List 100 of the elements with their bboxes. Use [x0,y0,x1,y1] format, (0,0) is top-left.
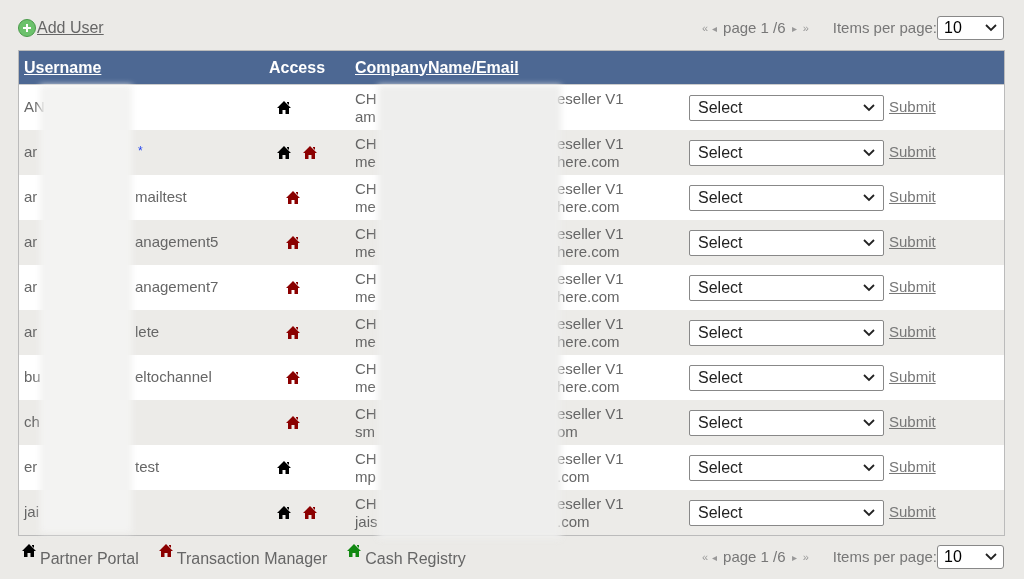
company-name-text: eseller V1 [557,134,624,153]
submit-link[interactable]: Submit [889,456,936,479]
company-name-text: eseller V1 [557,89,624,108]
company-name-text: CH [355,134,378,153]
first-page-icon[interactable]: « [701,19,709,37]
page-indicator: page 1 /6 [723,17,786,38]
column-header[interactable]: Username [24,58,102,76]
action-select[interactable]: Select [689,454,884,481]
username-text: ar [24,142,39,163]
submit-link[interactable]: Submit [889,231,936,254]
company-name-text: eseller V1 [557,359,624,378]
previous-page-icon[interactable]: ◂ [712,20,718,36]
username-text: mailtest [135,187,187,208]
plus-icon [18,19,36,37]
submit-link[interactable]: Submit [889,96,936,119]
action-select[interactable]: Select [689,184,884,211]
email-text: me [355,287,377,306]
company-name-text: CH [355,269,378,288]
column-header[interactable]: CompanyName/Email [355,58,519,76]
submit-link[interactable]: Submit [889,186,936,209]
action-select[interactable]: Select [689,499,884,526]
email-text: .com [557,512,590,531]
username-text: anagement7 [135,277,219,298]
add-user-link[interactable]: Add User [18,16,104,40]
company-name-text: CH [355,89,378,108]
chevron-down-icon [863,508,875,517]
company-name-text: eseller V1 [557,494,624,513]
chevron-down-icon [863,283,875,292]
action-select[interactable]: Select [689,94,884,121]
username-text: test [135,457,160,478]
username-text: ar [24,232,39,253]
email-text: here.com [557,332,620,351]
column-header: Access [269,58,326,76]
legend-label: Transaction Manager [176,548,328,569]
username-text: eltochannel [135,367,212,388]
submit-link[interactable]: Submit [889,366,936,389]
username-text: lete [135,322,160,343]
username-text: AN [24,97,46,118]
submit-link[interactable]: Submit [889,501,936,524]
username-text: ar [24,322,39,343]
last-page-icon[interactable]: » [802,548,809,566]
items-per-page-select[interactable]: 10 [937,545,1004,569]
items-per-page-select[interactable]: 10 [937,16,1004,40]
username-text: er [24,457,39,478]
first-page-icon[interactable]: « [701,548,709,566]
chevron-down-icon [863,103,875,112]
chevron-down-icon [863,238,875,247]
action-select[interactable]: Select [689,139,884,166]
email-text: mp [355,467,377,486]
chevron-down-icon [863,418,875,427]
company-name-text: eseller V1 [557,224,624,243]
email-text: me [355,377,377,396]
next-page-icon[interactable]: ▸ [791,20,797,36]
chevron-down-icon [863,148,875,157]
action-select[interactable]: Select [689,274,884,301]
action-select[interactable]: Select [689,229,884,256]
email-text: me [355,197,377,216]
chevron-down-icon [863,373,875,382]
company-name-text: CH [355,359,378,378]
email-text: am [355,107,377,126]
email-text: .com [557,467,590,486]
username-text: anagement5 [135,232,219,253]
legend-label: Partner Portal [40,548,139,569]
chevron-down-icon [863,328,875,337]
legend-label: Cash Registry [365,548,466,569]
submit-link[interactable]: Submit [889,411,936,434]
last-page-icon[interactable]: » [802,19,809,37]
email-text: here.com [557,152,620,171]
company-name-text: eseller V1 [557,404,624,423]
next-page-icon[interactable]: ▸ [791,549,797,565]
username-text: jai [24,502,40,523]
items-per-page-label: Items per page: [832,17,937,38]
chevron-down-icon [985,553,997,561]
email-text: me [355,152,377,171]
submit-link[interactable]: Submit [889,276,936,299]
action-select[interactable]: Select [689,319,884,346]
username-text: ch [24,412,41,433]
username-text: bu [24,367,42,388]
company-name-text: CH [355,449,378,468]
previous-page-icon[interactable]: ◂ [712,549,718,565]
submit-link[interactable]: Submit [889,321,936,344]
username-text: ar [24,277,39,298]
company-name-text: eseller V1 [557,179,624,198]
company-name-text: eseller V1 [557,449,624,468]
username-text: ar [24,187,39,208]
company-name-text: CH [355,314,378,333]
email-text: here.com [557,197,620,216]
email-text: me [355,332,377,351]
action-select[interactable]: Select [689,364,884,391]
email-text: om [557,422,578,441]
company-name-text: CH [355,404,378,423]
company-name-text: eseller V1 [557,269,624,288]
submit-link[interactable]: Submit [889,141,936,164]
action-select[interactable]: Select [689,409,884,436]
page-indicator: page 1 /6 [723,546,786,567]
email-text: jais [355,512,379,531]
email-text: here.com [557,287,620,306]
company-name-text: CH [355,224,378,243]
email-text: here.com [557,242,620,261]
items-per-page-label: Items per page: [832,546,937,567]
